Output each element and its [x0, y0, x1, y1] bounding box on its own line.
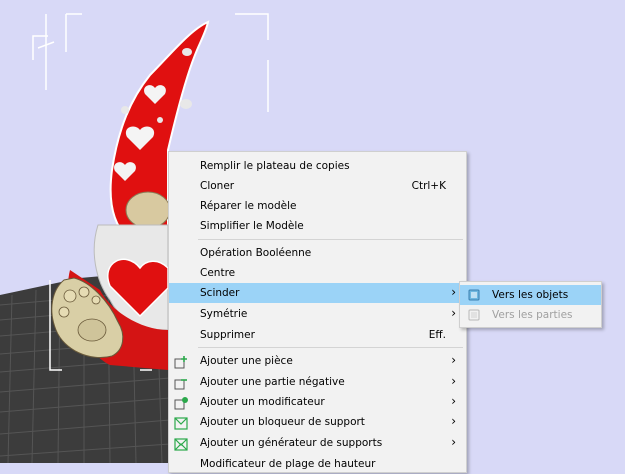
add-modifier-icon: [174, 397, 188, 410]
add-negative-part-icon: [174, 379, 187, 390]
menu-item-delete[interactable]: Supprimer Eff.: [169, 325, 466, 345]
support-enforcer-icon: [174, 438, 188, 451]
chevron-right-icon: ›: [451, 414, 456, 428]
menu-item-repair-model[interactable]: Réparer le modèle: [169, 196, 466, 216]
menu-separator: [198, 347, 463, 348]
split-submenu: Vers les objets Vers les parties: [459, 281, 602, 328]
add-part-icon: [174, 356, 187, 369]
shortcut-label: Ctrl+K: [411, 180, 446, 192]
menu-item-split[interactable]: Scinder ›: [169, 283, 466, 303]
shortcut-label: Eff.: [428, 329, 446, 341]
menu-item-boolean-operation[interactable]: Opération Booléenne: [169, 243, 466, 263]
chevron-right-icon: ›: [451, 394, 456, 408]
menu-item-center[interactable]: Centre: [169, 263, 466, 283]
menu-separator: [198, 239, 463, 240]
chevron-right-icon: ›: [451, 306, 456, 320]
menu-item-clone[interactable]: Cloner Ctrl+K: [169, 176, 466, 196]
support-blocker-icon: [174, 417, 188, 430]
submenu-item-to-objects[interactable]: Vers les objets: [460, 285, 601, 305]
menu-item-add-modifier[interactable]: Ajouter un modificateur ›: [169, 392, 466, 412]
menu-item-add-negative-part[interactable]: Ajouter une partie négative ›: [169, 372, 466, 392]
chevron-right-icon: ›: [451, 353, 456, 367]
chevron-right-icon: ›: [451, 285, 456, 299]
menu-item-add-part[interactable]: Ajouter une pièce ›: [169, 351, 466, 371]
menu-item-fill-bed[interactable]: Remplir le plateau de copies: [169, 156, 466, 176]
menu-item-add-support-blocker[interactable]: Ajouter un bloqueur de support ›: [169, 412, 466, 432]
chevron-right-icon: ›: [451, 374, 456, 388]
menu-item-height-range-modifier[interactable]: Modificateur de plage de hauteur: [169, 454, 466, 474]
split-objects-icon: [468, 289, 480, 301]
split-parts-icon: [468, 309, 480, 321]
chevron-right-icon: ›: [451, 435, 456, 449]
menu-item-simplify-model[interactable]: Simplifier le Modèle: [169, 216, 466, 236]
menu-item-add-support-enforcer[interactable]: Ajouter un générateur de supports ›: [169, 433, 466, 453]
submenu-item-to-parts[interactable]: Vers les parties: [460, 305, 601, 325]
menu-item-mirror[interactable]: Symétrie ›: [169, 304, 466, 324]
context-menu: Remplir le plateau de copies Cloner Ctrl…: [168, 151, 467, 473]
